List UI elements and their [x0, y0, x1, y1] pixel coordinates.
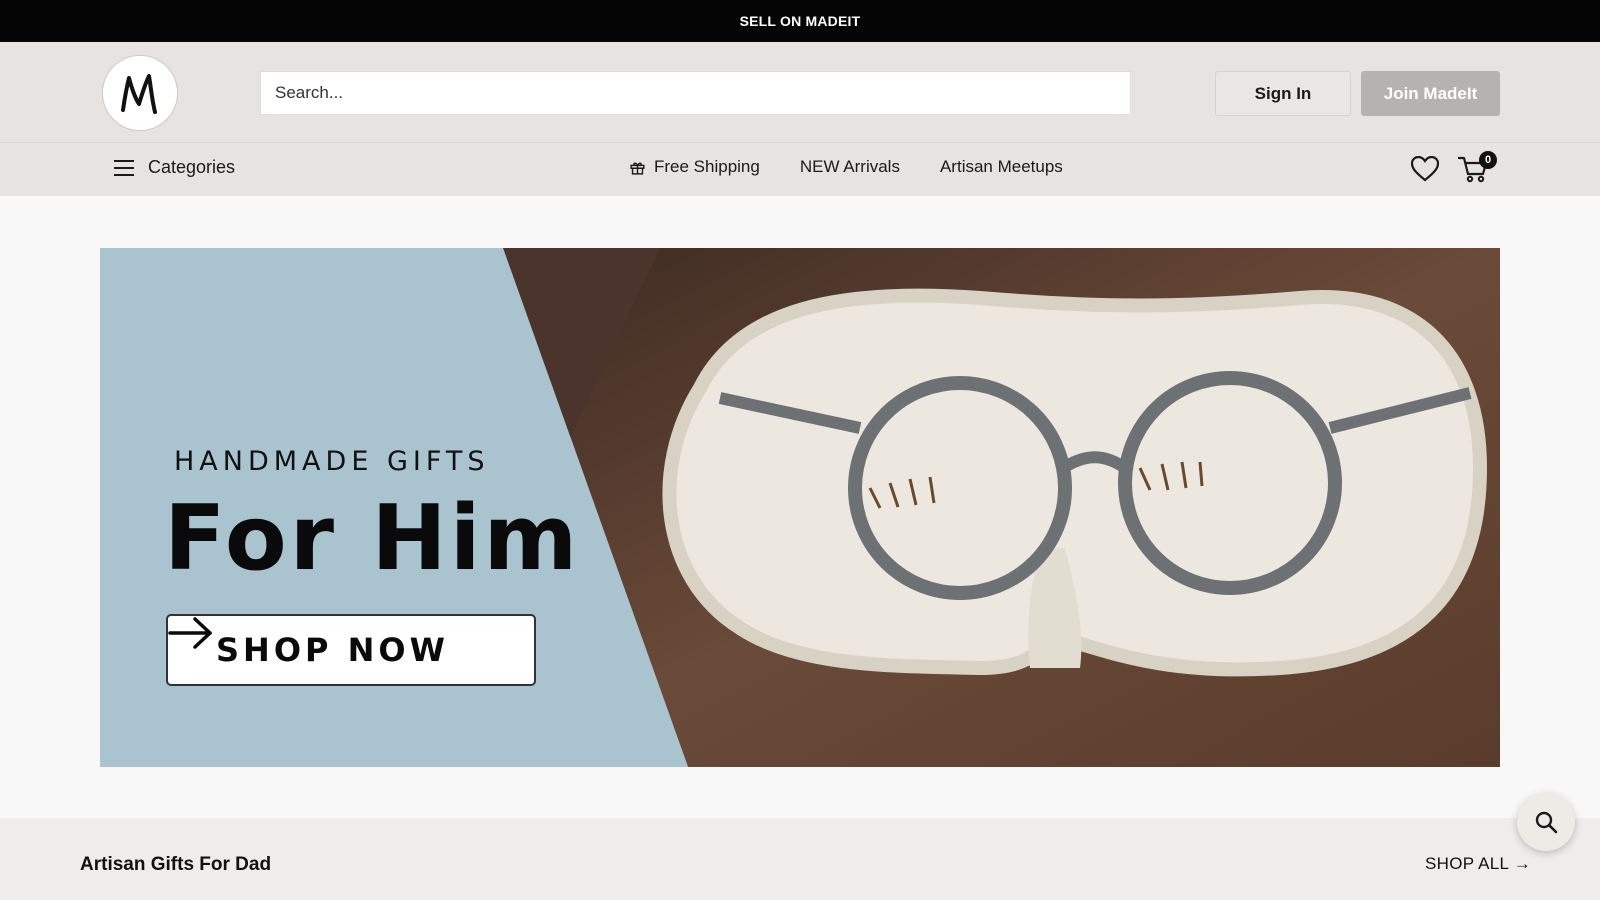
nav-links: Free Shipping NEW Arrivals Artisan Meetu…	[629, 157, 1063, 177]
nav-link-new-arrivals[interactable]: NEW Arrivals	[800, 157, 900, 177]
arrow-right-icon	[168, 617, 212, 649]
hamburger-icon	[114, 159, 134, 176]
heart-icon[interactable]	[1411, 156, 1439, 182]
search-input[interactable]	[260, 71, 1131, 115]
section-title: Artisan Gifts For Dad	[80, 854, 272, 875]
site-header: Sign In Join MadeIt	[0, 42, 1600, 143]
main-nav: Categories Free Shipping NEW Arrivals Ar…	[0, 143, 1600, 196]
hero-title: For Him	[164, 486, 581, 591]
sell-on-madeit-banner[interactable]: SELL ON MADEIT	[0, 0, 1600, 42]
sign-in-button[interactable]: Sign In	[1215, 71, 1351, 116]
logo-m-icon	[121, 74, 157, 114]
artisan-gifts-section: Artisan Gifts For Dad SHOP ALL →	[0, 818, 1600, 900]
shop-now-button[interactable]: SHOP NOW	[166, 614, 536, 686]
gift-icon	[630, 162, 645, 175]
floating-search-button[interactable]	[1517, 793, 1575, 851]
nav-link-label: Free Shipping	[654, 157, 760, 176]
search-icon	[1535, 811, 1558, 834]
shop-now-label: SHOP NOW	[216, 631, 449, 669]
nav-link-free-shipping[interactable]: Free Shipping	[629, 157, 760, 177]
nav-link-label: NEW Arrivals	[799, 157, 900, 176]
cart-count-badge: 0	[1479, 151, 1497, 169]
shop-all-link[interactable]: SHOP ALL →	[1425, 854, 1531, 874]
nav-link-label: Artisan Meetups	[939, 157, 1063, 176]
categories-label: Categories	[148, 157, 236, 177]
nav-link-artisan-meetups[interactable]: Artisan Meetups	[940, 157, 1063, 177]
hero-subtitle: HANDMADE GIFTS	[174, 446, 490, 477]
categories-menu[interactable]: Categories	[114, 157, 235, 178]
hero-banner[interactable]: HANDMADE GIFTS For Him SHOP NOW	[100, 248, 1500, 767]
sell-on-madeit-link[interactable]: SELL ON MADEIT	[740, 13, 861, 29]
madeit-logo[interactable]	[102, 55, 178, 131]
join-madeit-button[interactable]: Join MadeIt	[1361, 71, 1500, 116]
